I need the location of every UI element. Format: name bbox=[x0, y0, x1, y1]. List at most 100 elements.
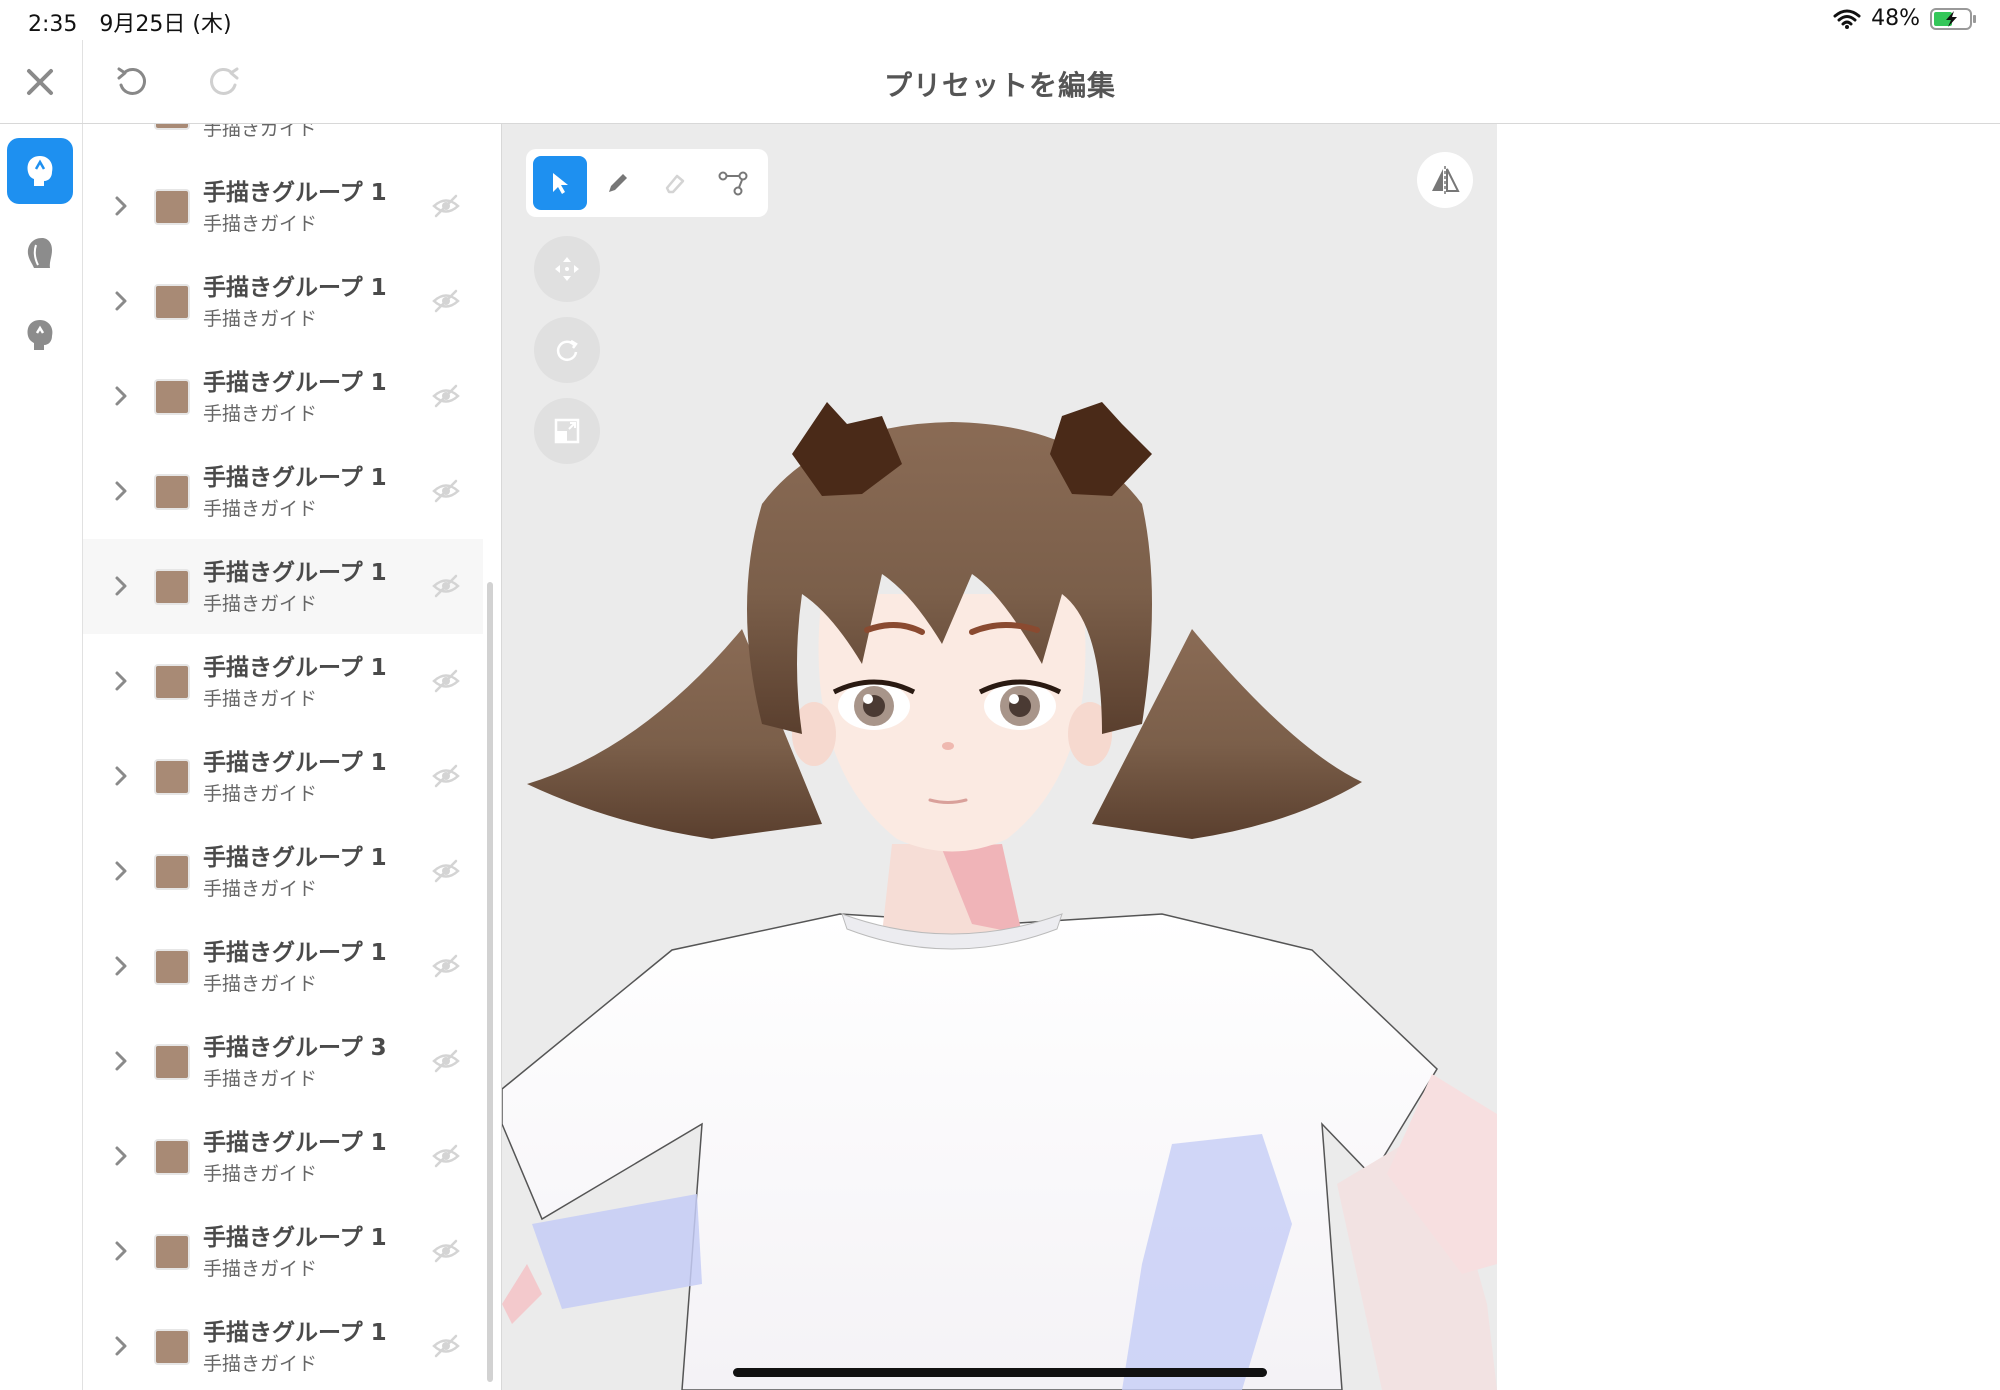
rail-item-side[interactable] bbox=[7, 302, 73, 368]
pen-tool-button[interactable] bbox=[591, 156, 645, 210]
layer-title: 手描きグループ 1 bbox=[203, 370, 387, 396]
rail-item-front[interactable] bbox=[7, 138, 73, 204]
layer-subtitle: 手描きガイド bbox=[203, 308, 318, 330]
eye-hidden-icon[interactable] bbox=[431, 858, 461, 884]
chevron-right-icon[interactable] bbox=[111, 288, 131, 314]
eye-hidden-icon[interactable] bbox=[431, 953, 461, 979]
eye-hidden-icon[interactable] bbox=[431, 383, 461, 409]
color-swatch[interactable] bbox=[154, 474, 190, 510]
status-bar: 2:35 9月25日 (木) 48% bbox=[0, 0, 2000, 40]
chevron-right-icon[interactable] bbox=[111, 1143, 131, 1169]
list-item[interactable]: 手描きグループ 1 手描きガイド bbox=[83, 1204, 483, 1299]
layer-subtitle: 手描きガイド bbox=[203, 124, 318, 140]
list-item[interactable]: 手描きグループ 1 手描きガイド bbox=[83, 159, 483, 254]
list-item[interactable]: 手描きグループ 1 手描きガイド bbox=[83, 1299, 483, 1390]
layer-title: 手描きグループ 1 bbox=[203, 275, 387, 301]
head-back-icon bbox=[27, 238, 52, 268]
layer-subtitle: 手描きガイド bbox=[203, 213, 318, 235]
wifi-icon bbox=[1833, 9, 1861, 29]
color-swatch[interactable] bbox=[154, 1139, 190, 1175]
eye-hidden-icon[interactable] bbox=[431, 193, 461, 219]
color-swatch[interactable] bbox=[154, 379, 190, 415]
chevron-right-icon[interactable] bbox=[111, 573, 131, 599]
top-toolbar: プリセットを編集 bbox=[0, 40, 2000, 124]
list-item[interactable]: 手描きグループ 1 手描きガイド bbox=[83, 349, 483, 444]
home-indicator[interactable] bbox=[733, 1368, 1267, 1377]
eraser-icon bbox=[665, 174, 685, 194]
color-swatch[interactable] bbox=[154, 1234, 190, 1270]
color-swatch[interactable] bbox=[154, 759, 190, 795]
list-item[interactable]: 手描きグループ 1 手描きガイド bbox=[83, 444, 483, 539]
eye-hidden-icon[interactable] bbox=[431, 1333, 461, 1359]
chevron-right-icon[interactable] bbox=[111, 1333, 131, 1359]
rotate-button[interactable] bbox=[534, 317, 600, 383]
rotate-icon bbox=[556, 339, 578, 361]
scale-icon bbox=[554, 418, 580, 444]
chevron-right-icon[interactable] bbox=[111, 858, 131, 884]
list-item[interactable]: 手描きガイド bbox=[83, 124, 483, 159]
color-swatch[interactable] bbox=[154, 189, 190, 225]
mirror-button[interactable] bbox=[1417, 152, 1473, 208]
chevron-right-icon[interactable] bbox=[111, 478, 131, 504]
layer-list[interactable]: 手描きガイド 手描きグループ 1 手描きガイド 手描きグループ 1 手描きガイド 手描き… bbox=[83, 124, 502, 1390]
list-item[interactable]: 手描きグループ 1 手描きガイド bbox=[83, 254, 483, 349]
color-swatch[interactable] bbox=[154, 664, 190, 700]
layer-subtitle: 手描きガイド bbox=[203, 593, 318, 615]
layer-title: 手描きグループ 1 bbox=[203, 1320, 387, 1346]
eye-hidden-icon[interactable] bbox=[431, 573, 461, 599]
chevron-right-icon[interactable] bbox=[111, 1238, 131, 1264]
color-swatch[interactable] bbox=[154, 854, 190, 890]
color-swatch[interactable] bbox=[154, 1329, 190, 1365]
layer-title: 手描きグループ 1 bbox=[203, 560, 387, 586]
pen-icon bbox=[609, 174, 627, 192]
layer-title: 手描きグループ 1 bbox=[203, 1130, 387, 1156]
list-item[interactable]: 手描きグループ 1 手描きガイド bbox=[83, 824, 483, 919]
path-tool-button[interactable] bbox=[706, 156, 760, 210]
list-item[interactable]: 手描きグループ 1 手描きガイド bbox=[83, 539, 483, 634]
chevron-right-icon[interactable] bbox=[111, 953, 131, 979]
scale-button[interactable] bbox=[534, 398, 600, 464]
color-swatch[interactable] bbox=[154, 1044, 190, 1080]
chevron-right-icon[interactable] bbox=[111, 193, 131, 219]
eye-hidden-icon[interactable] bbox=[431, 1048, 461, 1074]
select-tool-button[interactable] bbox=[533, 156, 587, 210]
color-swatch[interactable] bbox=[154, 569, 190, 605]
move-button[interactable] bbox=[534, 236, 600, 302]
rail-item-back[interactable] bbox=[7, 220, 73, 286]
list-item[interactable]: 手描きグループ 1 手描きガイド bbox=[83, 729, 483, 824]
eye-hidden-icon[interactable] bbox=[431, 763, 461, 789]
eye-hidden-icon[interactable] bbox=[431, 478, 461, 504]
avatar-viewport[interactable] bbox=[502, 124, 1497, 1390]
right-empty-area bbox=[1498, 124, 2000, 1390]
color-swatch[interactable] bbox=[154, 284, 190, 320]
layer-subtitle: 手描きガイド bbox=[203, 1068, 318, 1090]
chevron-right-icon[interactable] bbox=[111, 668, 131, 694]
eye-hidden-icon[interactable] bbox=[431, 1238, 461, 1264]
head-side-icon bbox=[27, 320, 53, 350]
list-item[interactable]: 手描きグループ 1 手描きガイド bbox=[83, 634, 483, 729]
layer-title: 手描きグループ 1 bbox=[203, 845, 387, 871]
list-item[interactable]: 手描きグループ 1 手描きガイド bbox=[83, 919, 483, 1014]
list-item[interactable]: 手描きグループ 1 手描きガイド bbox=[83, 1109, 483, 1204]
chevron-right-icon[interactable] bbox=[111, 763, 131, 789]
status-indicators: 48% bbox=[1833, 6, 1978, 31]
head-front-icon bbox=[27, 156, 53, 186]
mirror-icon bbox=[1432, 166, 1460, 194]
eye-hidden-icon[interactable] bbox=[431, 1143, 461, 1169]
eye-hidden-icon[interactable] bbox=[431, 668, 461, 694]
color-swatch[interactable] bbox=[154, 949, 190, 985]
layer-subtitle: 手描きガイド bbox=[203, 1258, 318, 1280]
layer-title: 手描きグループ 1 bbox=[203, 750, 387, 776]
layer-title: 手描きグループ 3 bbox=[203, 1035, 387, 1061]
battery-percent: 48% bbox=[1871, 6, 1920, 31]
list-item[interactable]: 手描きグループ 3 手描きガイド bbox=[83, 1014, 483, 1109]
select-arrow-icon bbox=[553, 173, 568, 194]
chevron-right-icon[interactable] bbox=[111, 1048, 131, 1074]
layer-subtitle: 手描きガイド bbox=[203, 878, 318, 900]
eye-hidden-icon[interactable] bbox=[431, 288, 461, 314]
path-icon bbox=[718, 171, 748, 196]
layer-subtitle: 手描きガイド bbox=[203, 1163, 318, 1185]
eraser-tool-button[interactable] bbox=[648, 156, 702, 210]
chevron-right-icon[interactable] bbox=[111, 383, 131, 409]
scrollbar[interactable] bbox=[487, 582, 493, 1382]
